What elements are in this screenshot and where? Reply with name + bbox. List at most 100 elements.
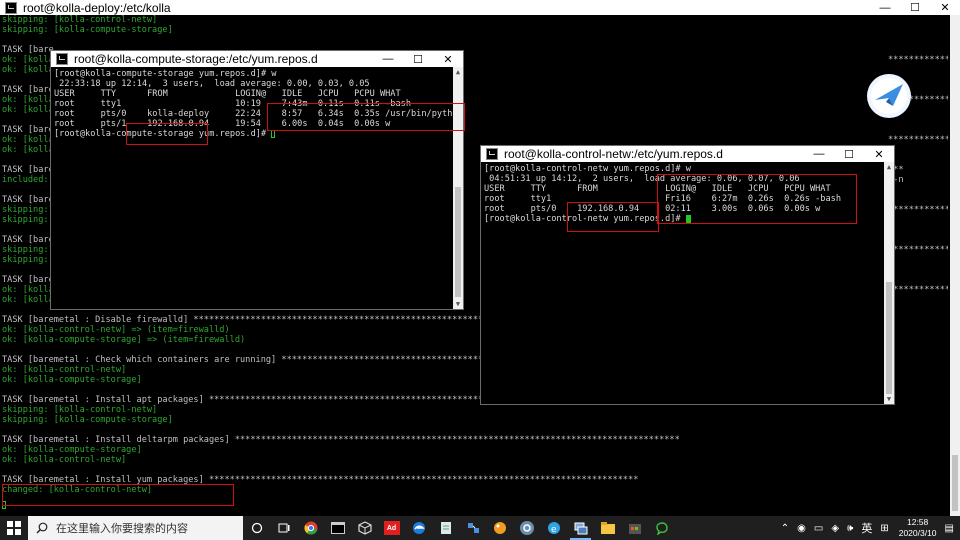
minimize-button[interactable]: —: [804, 148, 834, 160]
search-box[interactable]: 在这里输入你要搜索的内容: [28, 516, 243, 540]
main-terminal-right-line: **********************: [888, 55, 948, 65]
main-cursor: [2, 494, 6, 513]
putty-icon[interactable]: [567, 516, 594, 540]
main-window-titlebar[interactable]: root@kolla-deploy:/etc/kolla — ☐ ✕: [0, 0, 960, 15]
ie-icon[interactable]: e: [540, 516, 567, 540]
control-terminal-line: [root@kolla-control-netw yum.repos.d]# w: [484, 164, 691, 174]
network-icon[interactable]: ▭: [814, 523, 823, 534]
3d-viewer-icon[interactable]: [351, 516, 378, 540]
close-button[interactable]: ✕: [864, 148, 894, 161]
main-terminal-line: [2, 465, 680, 475]
terminal-icon[interactable]: [324, 516, 351, 540]
control-terminal-output: [root@kolla-control-netw yum.repos.d]# w…: [484, 164, 882, 224]
wechat-icon[interactable]: [648, 516, 675, 540]
notepad-icon[interactable]: [432, 516, 459, 540]
scroll-down-arrow[interactable]: ▼: [453, 299, 463, 309]
compute-terminal-cursor: [271, 129, 276, 138]
input-method-icon[interactable]: ⊞: [880, 523, 888, 534]
control-terminal-cursor: [685, 214, 691, 223]
main-terminal-right-line: [888, 45, 948, 55]
compute-scrollbar-thumb[interactable]: [455, 187, 461, 297]
system-tray: ⌃ ◉ ▭ ◈ 🕪 英 ⊞ 12:58 2020/3/10 ▤: [777, 516, 960, 540]
main-scrollbar[interactable]: [950, 15, 960, 516]
defender-icon[interactable]: ◈: [831, 523, 839, 534]
control-window-titlebar[interactable]: root@kolla-control-netw:/etc/yum.repos.d…: [481, 146, 894, 162]
main-terminal-right-line: [888, 125, 948, 135]
file-explorer-icon[interactable]: [594, 516, 621, 540]
main-terminal-line: TASK [baremetal : Install deltarpm packa…: [2, 435, 680, 445]
volume-icon[interactable]: 🕪: [847, 523, 853, 534]
main-terminal-line: changed: [kolla-control-netw]: [2, 485, 153, 495]
network-tool-icon[interactable]: [459, 516, 486, 540]
main-scrollbar-thumb[interactable]: [952, 455, 958, 511]
scroll-up-arrow[interactable]: ▲: [453, 67, 463, 77]
clock[interactable]: 12:58 2020/3/10: [899, 517, 937, 539]
main-terminal-right-line: [888, 255, 948, 265]
scroll-down-arrow[interactable]: ▼: [884, 394, 894, 404]
main-terminal-line: skipping: [kolla-compute-storage]: [2, 415, 173, 425]
compute-terminal-line: root pts/0 kolla-deploy 22:24 8:57 6.34s…: [54, 109, 452, 119]
main-terminal-right-line: **********************: [888, 285, 948, 295]
maximize-button[interactable]: ☐: [834, 148, 864, 161]
main-terminal-right-line: [888, 265, 948, 275]
multitasking-icon[interactable]: [270, 516, 297, 540]
show-hidden-icons-icon[interactable]: ⌃: [781, 523, 789, 534]
compute-terminal-line: [root@kolla-compute-storage yum.repos.d]…: [54, 129, 452, 139]
windows-start-icon[interactable]: [0, 516, 28, 540]
main-terminal-right-line: **********************: [888, 245, 948, 255]
compute-storage-window[interactable]: root@kolla-compute-storage:/etc/yum.repo…: [50, 50, 465, 310]
main-window-title: root@kolla-deploy:/etc/kolla: [23, 0, 171, 15]
edge-icon[interactable]: [405, 516, 432, 540]
close-button[interactable]: ✕: [433, 53, 463, 66]
scroll-up-arrow[interactable]: ▲: [884, 162, 894, 172]
bird-app-icon[interactable]: [867, 74, 911, 118]
main-terminal-right-line: **********************: [888, 135, 948, 145]
main-terminal-right-line: [888, 115, 948, 125]
compute-terminal-line: [root@kolla-compute-storage yum.repos.d]…: [54, 69, 277, 79]
control-terminal-line: USER TTY FROM LOGIN@ IDLE JCPU PCPU WHAT: [484, 184, 831, 194]
notification-app-icon[interactable]: ◉: [797, 523, 806, 534]
main-terminal-line: [2, 35, 680, 45]
minimize-button[interactable]: —: [870, 2, 900, 14]
main-terminal-line: skipping: [kolla-control-netw]: [2, 15, 158, 25]
main-terminal-right-line: [888, 275, 948, 285]
compute-scrollbar[interactable]: ▲ ▼: [453, 67, 463, 309]
control-netw-window[interactable]: root@kolla-control-netw:/etc/yum.repos.d…: [480, 145, 895, 405]
control-scrollbar-thumb[interactable]: [886, 282, 892, 394]
main-terminal-right-line: l-n: [888, 175, 904, 185]
chrome-icon[interactable]: [297, 516, 324, 540]
paint-icon[interactable]: [486, 516, 513, 540]
compute-window-titlebar[interactable]: root@kolla-compute-storage:/etc/yum.repo…: [51, 51, 463, 67]
compute-terminal-output: [root@kolla-compute-storage yum.repos.d]…: [54, 69, 452, 139]
svg-text:e: e: [551, 525, 557, 535]
main-terminal-right-line: [888, 195, 948, 205]
terminal-app-icon: [486, 148, 498, 160]
notification-center-icon[interactable]: ▤: [945, 523, 954, 534]
control-terminal-line: 04:51:31 up 14:12, 2 users, load average…: [484, 174, 800, 184]
control-scrollbar[interactable]: ▲ ▼: [884, 162, 894, 404]
clock-time: 12:58: [906, 517, 929, 527]
maximize-button[interactable]: ☐: [900, 1, 930, 14]
search-icon: [36, 522, 48, 534]
main-terminal-right-line: **********************: [888, 205, 948, 215]
compute-terminal-line: USER TTY FROM LOGIN@ IDLE JCPU PCPU WHAT: [54, 89, 401, 99]
main-terminal-line: skipping: [kolla-control-netw]: [2, 405, 158, 415]
terminal-app-icon: [56, 53, 68, 65]
ime-indicator[interactable]: 英: [861, 520, 872, 536]
taskbar: 在这里输入你要搜索的内容 Ad e ⌃ ◉ ▭ ◈ 🕪 英 ⊞ 12:58 20…: [0, 516, 960, 540]
close-button[interactable]: ✕: [930, 1, 960, 14]
compute-terminal-line: root pts/1 192.168.0.94 19:54 6.00s 0.04…: [54, 119, 391, 129]
pdf-reader-icon[interactable]: Ad: [378, 516, 405, 540]
maximize-button[interactable]: ☐: [403, 53, 433, 66]
compute-window-title: root@kolla-compute-storage:/etc/yum.repo…: [74, 52, 318, 66]
main-terminal-right-line: [888, 35, 948, 45]
task-view-icon[interactable]: [243, 516, 270, 540]
store-icon[interactable]: [621, 516, 648, 540]
main-terminal-right-line: [888, 215, 948, 225]
compute-terminal-line: root tty1 10:19 7:43m 0.11s 0.11s -bash: [54, 99, 411, 109]
clock-date: 2020/3/10: [898, 528, 937, 538]
minimize-button[interactable]: —: [373, 53, 403, 65]
main-terminal-right-line: [888, 25, 948, 35]
settings-icon[interactable]: [513, 516, 540, 540]
main-terminal-right-line: [888, 225, 948, 235]
